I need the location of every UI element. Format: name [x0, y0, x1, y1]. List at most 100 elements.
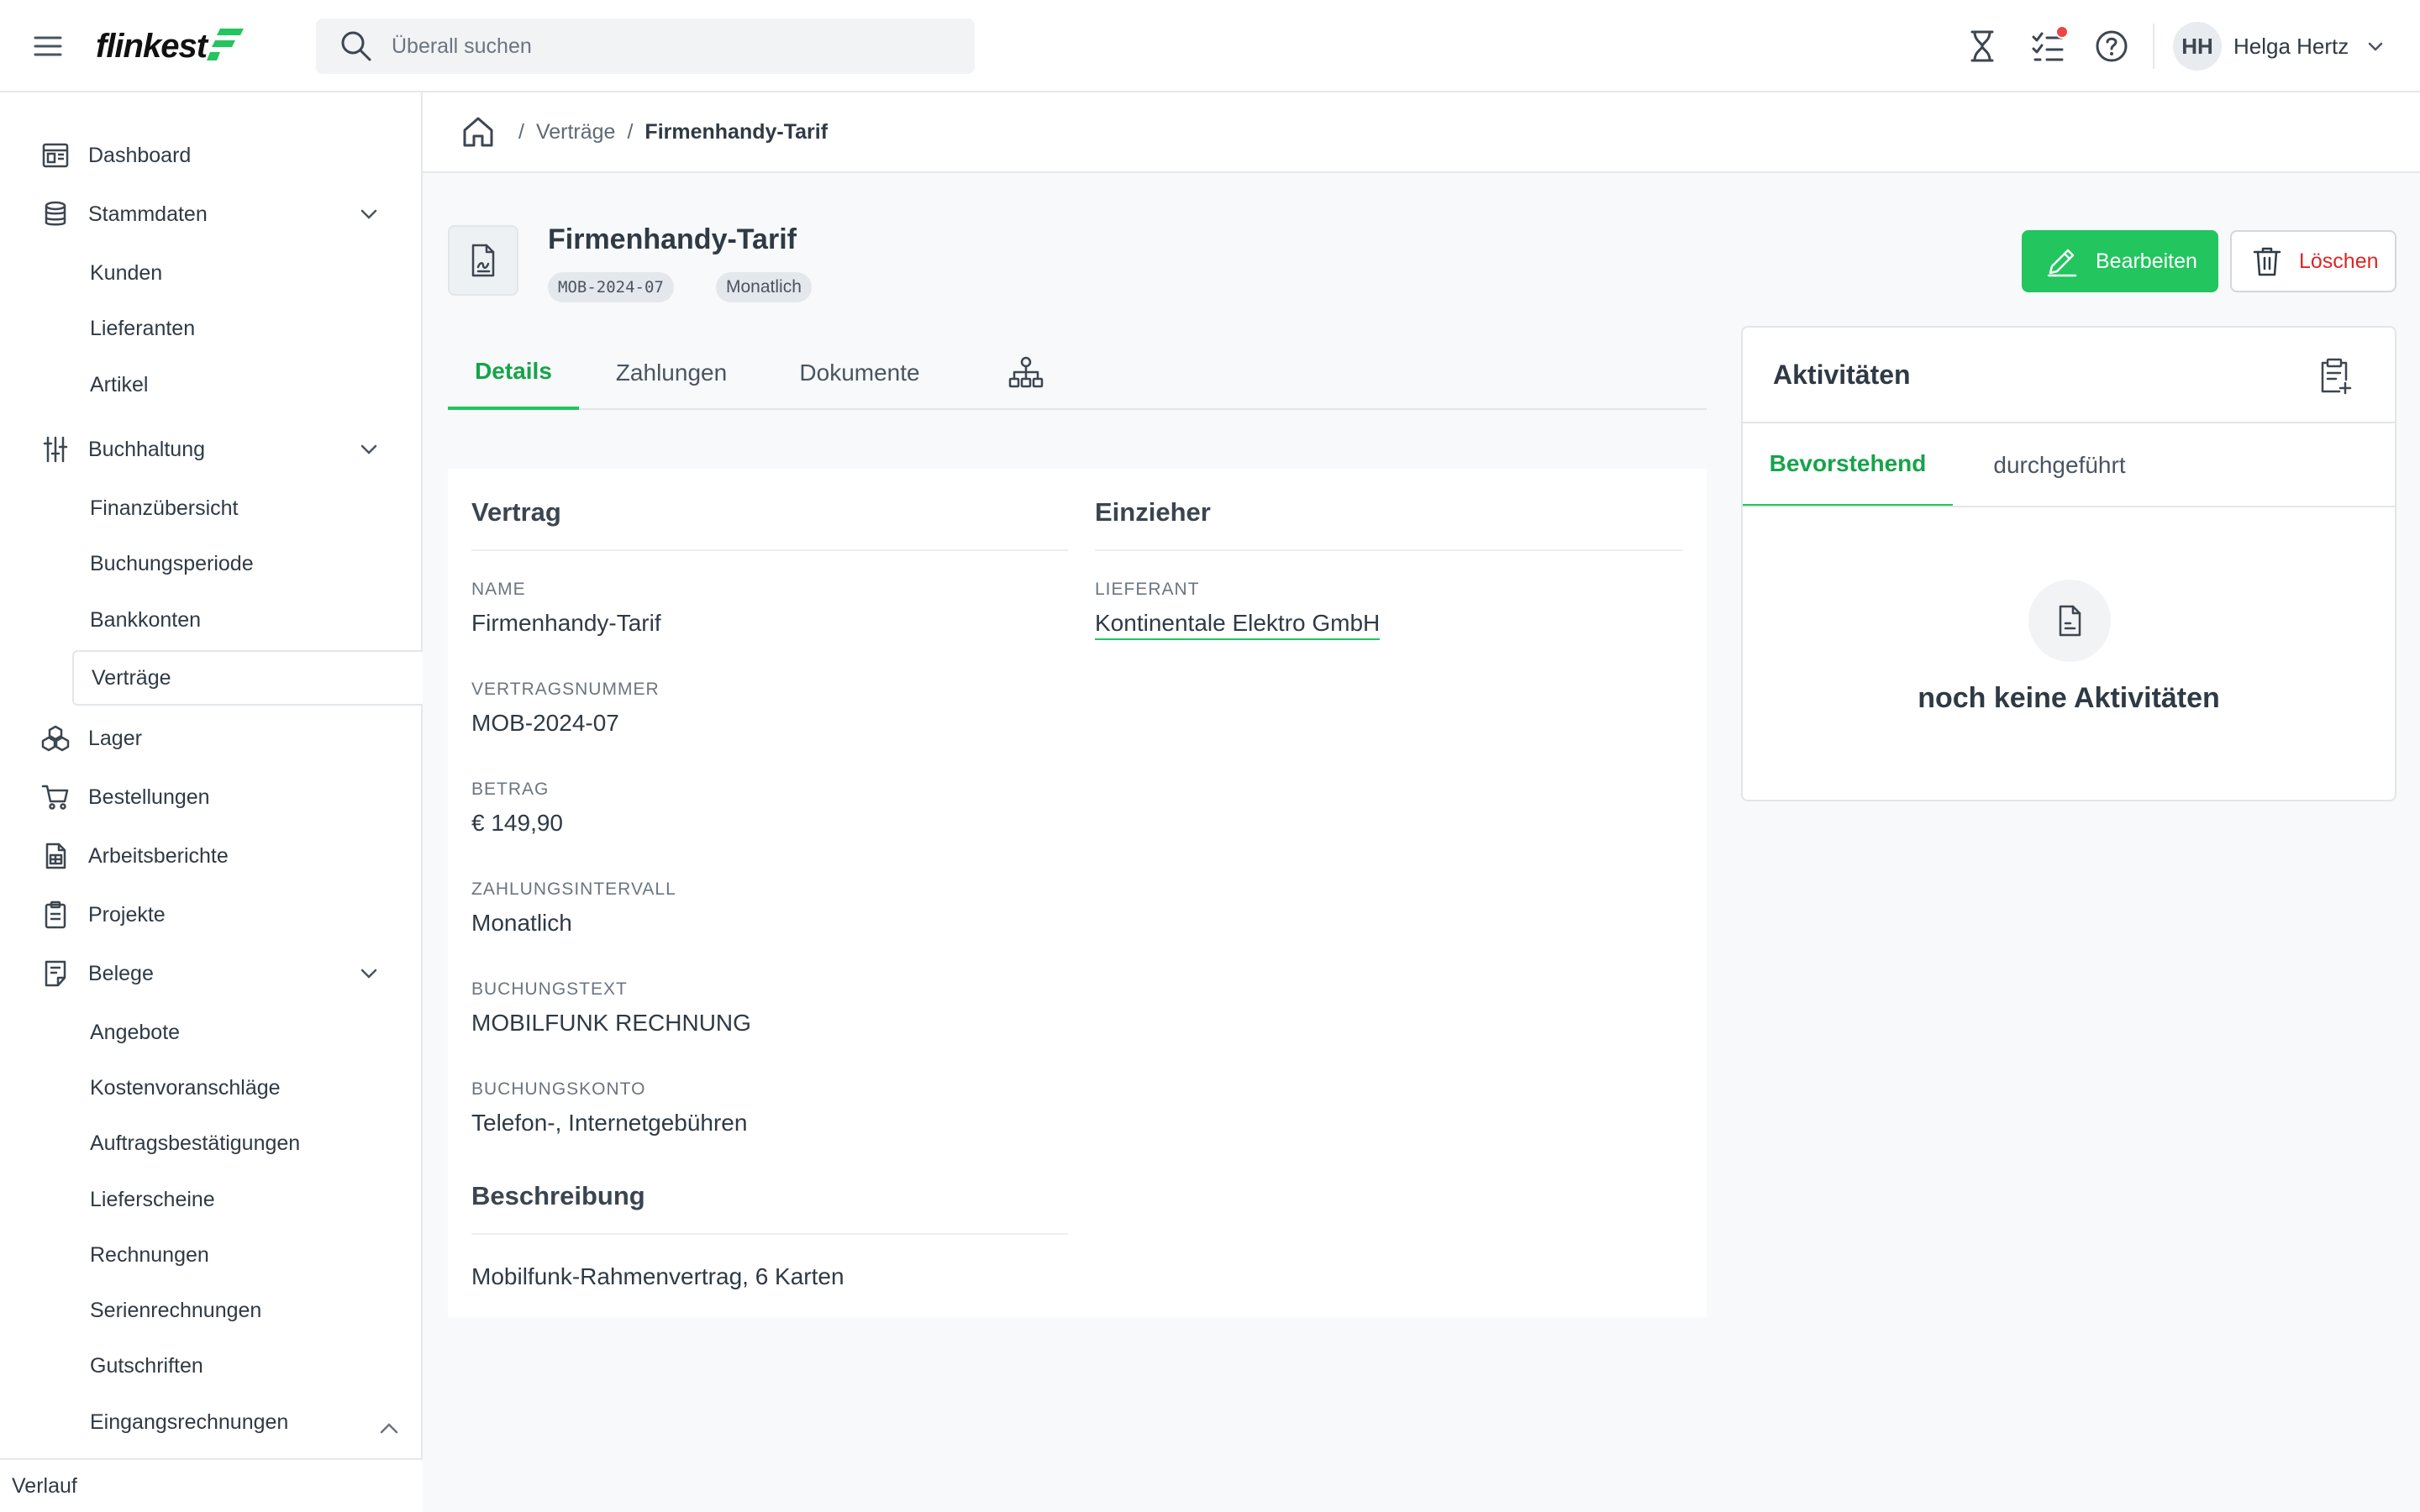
section-heading-einzieher: Einzieher [1095, 497, 1211, 527]
sidebar-item-angebote[interactable]: Angebote [0, 1007, 420, 1058]
sidebar-item-bestellungen[interactable]: Bestellungen [0, 772, 420, 822]
chevron-up-icon[interactable] [375, 1415, 403, 1443]
sidebar-item-lieferscheine[interactable]: Lieferscheine [0, 1174, 420, 1225]
org-chart-icon [1008, 356, 1044, 388]
sidebar-item-bankkonten[interactable]: Bankkonten [0, 595, 420, 645]
search-input[interactable] [392, 34, 946, 59]
field-value-buchungstext: MOBILFUNK RECHNUNG [471, 1010, 751, 1036]
hourglass-icon[interactable] [1965, 29, 2000, 64]
tab-bar: Details Zahlungen Dokumente [448, 336, 1707, 410]
tab-org-chart[interactable] [986, 336, 1066, 410]
divider [471, 549, 1068, 551]
add-activity-icon[interactable] [2314, 356, 2354, 396]
field-label-name: Name [471, 580, 526, 599]
sidebar-item-serienrechnungen[interactable]: Serienrechnungen [0, 1285, 420, 1336]
tab-details[interactable]: Details [448, 336, 579, 410]
field-label-buchungskonto: Buchungskonto [471, 1079, 646, 1099]
sidebar-item-label: Lieferscheine [90, 1187, 215, 1211]
sidebar-item-label: Bankkonten [90, 607, 202, 632]
help-icon[interactable] [2094, 29, 2129, 64]
sidebar-item-label: Buchungsperiode [90, 551, 254, 575]
sidebar-item-buchungsperiode[interactable]: Buchungsperiode [0, 538, 420, 589]
sidebar-item-lieferanten[interactable]: Lieferanten [0, 303, 420, 354]
logo-text: flinkest [96, 27, 208, 65]
supplier-link[interactable]: Kontinentale Elektro GmbH [1095, 610, 1381, 640]
sidebar: Dashboard Stammdaten Kunden Lieferanten … [0, 92, 423, 1512]
sidebar-item-label: Verträge [92, 665, 171, 690]
divider [2153, 24, 2154, 69]
breadcrumb-separator: / [518, 119, 524, 144]
chevron-down-icon[interactable] [356, 961, 381, 986]
home-icon[interactable] [458, 112, 498, 152]
sidebar-item-label: Lieferanten [90, 316, 196, 340]
top-bar: flinkest HH Helga Hertz [0, 0, 2420, 92]
field-label-vertragsnummer: Vertragsnummer [471, 680, 660, 699]
tasks-icon[interactable] [2030, 25, 2069, 64]
sidebar-item-auftragsbestaetigungen[interactable]: Auftragsbestätigungen [0, 1118, 420, 1168]
breadcrumb-current: Firmenhandy-Tarif [644, 119, 829, 144]
sidebar-item-gutschriften[interactable]: Gutschriften [0, 1341, 420, 1391]
sidebar-item-artikel[interactable]: Artikel [0, 360, 420, 410]
sidebar-item-rechnungen[interactable]: Rechnungen [0, 1230, 420, 1280]
chevron-down-icon[interactable] [356, 437, 381, 462]
sidebar-item-kostenvoranschlaege[interactable]: Kostenvoranschläge [0, 1063, 420, 1113]
edit-button-label: Bearbeiten [2096, 249, 2197, 273]
breadcrumb: / Verträge / Firmenhandy-Tarif [423, 92, 2420, 173]
sidebar-item-label: Artikel [90, 372, 149, 396]
sidebar-item-projekte[interactable]: Projekte [0, 890, 420, 940]
sidebar-item-finanzuebersicht[interactable]: Finanzübersicht [0, 483, 420, 533]
tab-bevorstehend[interactable]: Bevorstehend [1743, 423, 1953, 507]
tab-zahlungen[interactable]: Zahlungen [591, 336, 752, 410]
contract-icon [448, 225, 518, 296]
section-heading-vertrag: Vertrag [471, 497, 561, 527]
sidebar-item-arbeitsberichte[interactable]: Arbeitsberichte [0, 831, 420, 881]
field-label-buchungstext: Buchungstext [471, 979, 628, 999]
history-label: Verlauf [12, 1473, 77, 1498]
divider [471, 1233, 1068, 1235]
divider [1095, 549, 1683, 551]
boxes-icon [40, 723, 71, 753]
sidebar-item-label: Kostenvoranschläge [90, 1075, 281, 1100]
user-name: Helga Hertz [2233, 33, 2349, 59]
sidebar-item-dashboard[interactable]: Dashboard [0, 130, 420, 181]
sidebar-item-belege[interactable]: Belege [0, 948, 420, 999]
sidebar-item-lager[interactable]: Lager [0, 713, 420, 764]
sidebar-item-label: Stammdaten [88, 202, 208, 226]
page-title: Firmenhandy-Tarif [548, 223, 797, 255]
notification-badge [2055, 25, 2069, 39]
global-search[interactable] [316, 18, 975, 74]
pencil-icon [2047, 249, 2077, 277]
contract-number-badge: MOB-2024-07 [548, 272, 674, 302]
delete-button-label: Löschen [2299, 249, 2379, 273]
sidebar-item-label: Gutschriften [90, 1353, 203, 1378]
sidebar-item-label: Buchhaltung [88, 437, 206, 461]
sidebar-item-kunden[interactable]: Kunden [0, 248, 420, 298]
user-menu[interactable]: HH Helga Hertz [2173, 22, 2386, 71]
sliders-icon [40, 434, 71, 465]
sidebar-item-label: Rechnungen [90, 1242, 209, 1267]
activities-panel: Aktivitäten Bevorstehend durchgeführt no… [1741, 326, 2396, 801]
sidebar-item-vertraege[interactable]: Verträge [72, 650, 423, 706]
field-value-beschreibung: Mobilfunk-Rahmenvertrag, 6 Karten [471, 1263, 844, 1289]
chevron-down-icon [2369, 42, 2383, 51]
field-value-name: Firmenhandy-Tarif [471, 610, 661, 636]
history-footer[interactable]: Verlauf [0, 1458, 423, 1512]
delete-button[interactable]: Löschen [2230, 230, 2396, 292]
breadcrumb-link-vertraege[interactable]: Verträge [536, 120, 616, 144]
app-logo[interactable]: flinkest [96, 24, 245, 69]
edit-button[interactable]: Bearbeiten [2022, 230, 2218, 292]
sidebar-item-buchhaltung[interactable]: Buchhaltung [0, 424, 420, 475]
field-label-zahlungsintervall: Zahlungsintervall [471, 879, 676, 899]
sidebar-item-eingangsrechnungen[interactable]: Eingangsrechnungen [0, 1397, 420, 1447]
search-icon [341, 31, 371, 61]
menu-icon[interactable] [32, 30, 64, 62]
breadcrumb-separator: / [627, 119, 634, 144]
sidebar-item-label: Dashboard [88, 143, 192, 167]
report-icon [40, 841, 71, 871]
chevron-down-icon[interactable] [356, 202, 381, 227]
sidebar-item-stammdaten[interactable]: Stammdaten [0, 189, 420, 239]
tab-durchgefuehrt[interactable]: durchgeführt [1968, 423, 2151, 507]
tab-dokumente[interactable]: Dokumente [774, 336, 945, 410]
empty-state-text: noch keine Aktivitäten [1918, 682, 2220, 714]
sidebar-item-label: Eingangsrechnungen [90, 1410, 289, 1434]
